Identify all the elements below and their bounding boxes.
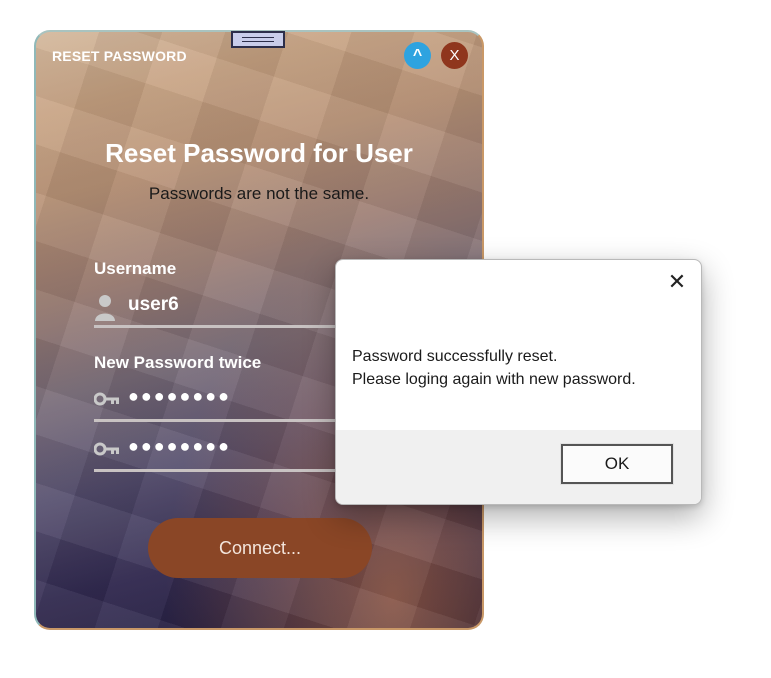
drag-handle-icon[interactable] (231, 31, 285, 48)
drag-handle-bar (242, 37, 274, 38)
ok-button[interactable]: OK (560, 443, 674, 485)
dialog-footer: OK (336, 430, 701, 504)
key-icon (93, 442, 120, 461)
username-value: user6 (128, 294, 179, 315)
key-icon (93, 392, 120, 411)
dialog-message-line-1: Password successfully reset. (352, 348, 558, 365)
message-dialog: ✕ Password successfully reset. Please lo… (335, 259, 702, 505)
drag-handle-bar (242, 41, 274, 42)
dialog-message-line-2: Please loging again with new password. (352, 371, 636, 388)
close-button[interactable]: X (441, 42, 468, 69)
minimize-button[interactable]: ^ (404, 42, 431, 69)
password-mask-1: ●●●●●●●● (128, 386, 231, 406)
username-label: Username (94, 259, 177, 278)
window-title: RESET PASSWORD (52, 48, 187, 64)
status-message: Passwords are not the same. (148, 184, 370, 203)
password-mask-2: ●●●●●●●● (128, 436, 231, 456)
user-icon (94, 294, 116, 327)
screen: RESET PASSWORD ^ X Reset Password for Us… (0, 0, 771, 678)
page-title: Reset Password for User (105, 138, 413, 168)
dialog-close-icon[interactable]: ✕ (663, 269, 691, 295)
password-label: New Password twice (94, 353, 262, 372)
dialog-message: Password successfully reset. Please logi… (352, 345, 636, 391)
connect-button[interactable]: Connect... (148, 518, 372, 578)
